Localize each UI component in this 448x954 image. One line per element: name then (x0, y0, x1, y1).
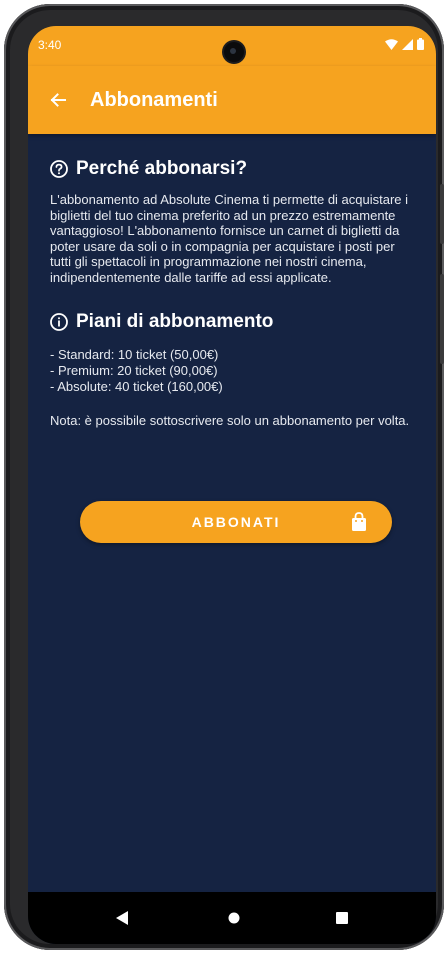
screen: 3:40 Abbonamenti Perché abbonarsi? L'abb… (28, 26, 436, 944)
subscribe-button[interactable]: ABBONATI (80, 501, 392, 543)
wifi-icon (385, 38, 398, 50)
plan-item-standard: - Standard: 10 ticket (50,00€) (50, 347, 219, 362)
back-button[interactable] (30, 72, 86, 128)
why-section-body: L'abbonamento ad Absolute Cinema ti perm… (50, 192, 409, 285)
arrow-left-icon (50, 93, 66, 107)
status-time: 3:40 (38, 38, 62, 52)
plan-item-absolute: - Absolute: 40 ticket (160,00€) (50, 379, 223, 394)
signal-icon (402, 38, 413, 50)
nav-home-button[interactable] (222, 908, 246, 928)
plans-section-header: Piani di abbonamento (50, 311, 414, 333)
app-bar: Abbonamenti (28, 66, 436, 134)
volume-button (440, 184, 444, 244)
why-section-title: Perché abbonarsi? (76, 158, 248, 179)
plan-item-premium: - Premium: 20 ticket (90,00€) (50, 363, 218, 378)
subscription-note: Nota: è possibile sottoscrivere solo un … (50, 413, 410, 428)
plans-list: - Standard: 10 ticket (50,00€) - Premium… (50, 347, 414, 395)
shopping-bag-icon (352, 512, 366, 531)
back-triangle-icon (116, 911, 128, 925)
page-title: Abbonamenti (90, 88, 218, 111)
nav-recents-button[interactable] (330, 908, 354, 928)
nav-back-button[interactable] (110, 908, 134, 928)
plans-section-title: Piani di abbonamento (76, 311, 274, 332)
battery-icon (417, 38, 424, 50)
home-circle-icon (228, 912, 240, 924)
status-icons (385, 38, 424, 50)
subscribe-button-label: ABBONATI (191, 514, 281, 530)
power-button (440, 274, 444, 364)
main-content: Perché abbonarsi? L'abbonamento ad Absol… (28, 134, 436, 429)
front-camera (224, 42, 244, 62)
why-section-header: Perché abbonarsi? (50, 158, 414, 180)
help-circle-icon (50, 160, 68, 178)
system-nav-bar (28, 892, 436, 944)
info-circle-icon (50, 313, 68, 331)
phone-frame: 3:40 Abbonamenti Perché abbonarsi? L'abb… (4, 4, 444, 950)
recents-square-icon (336, 912, 348, 924)
